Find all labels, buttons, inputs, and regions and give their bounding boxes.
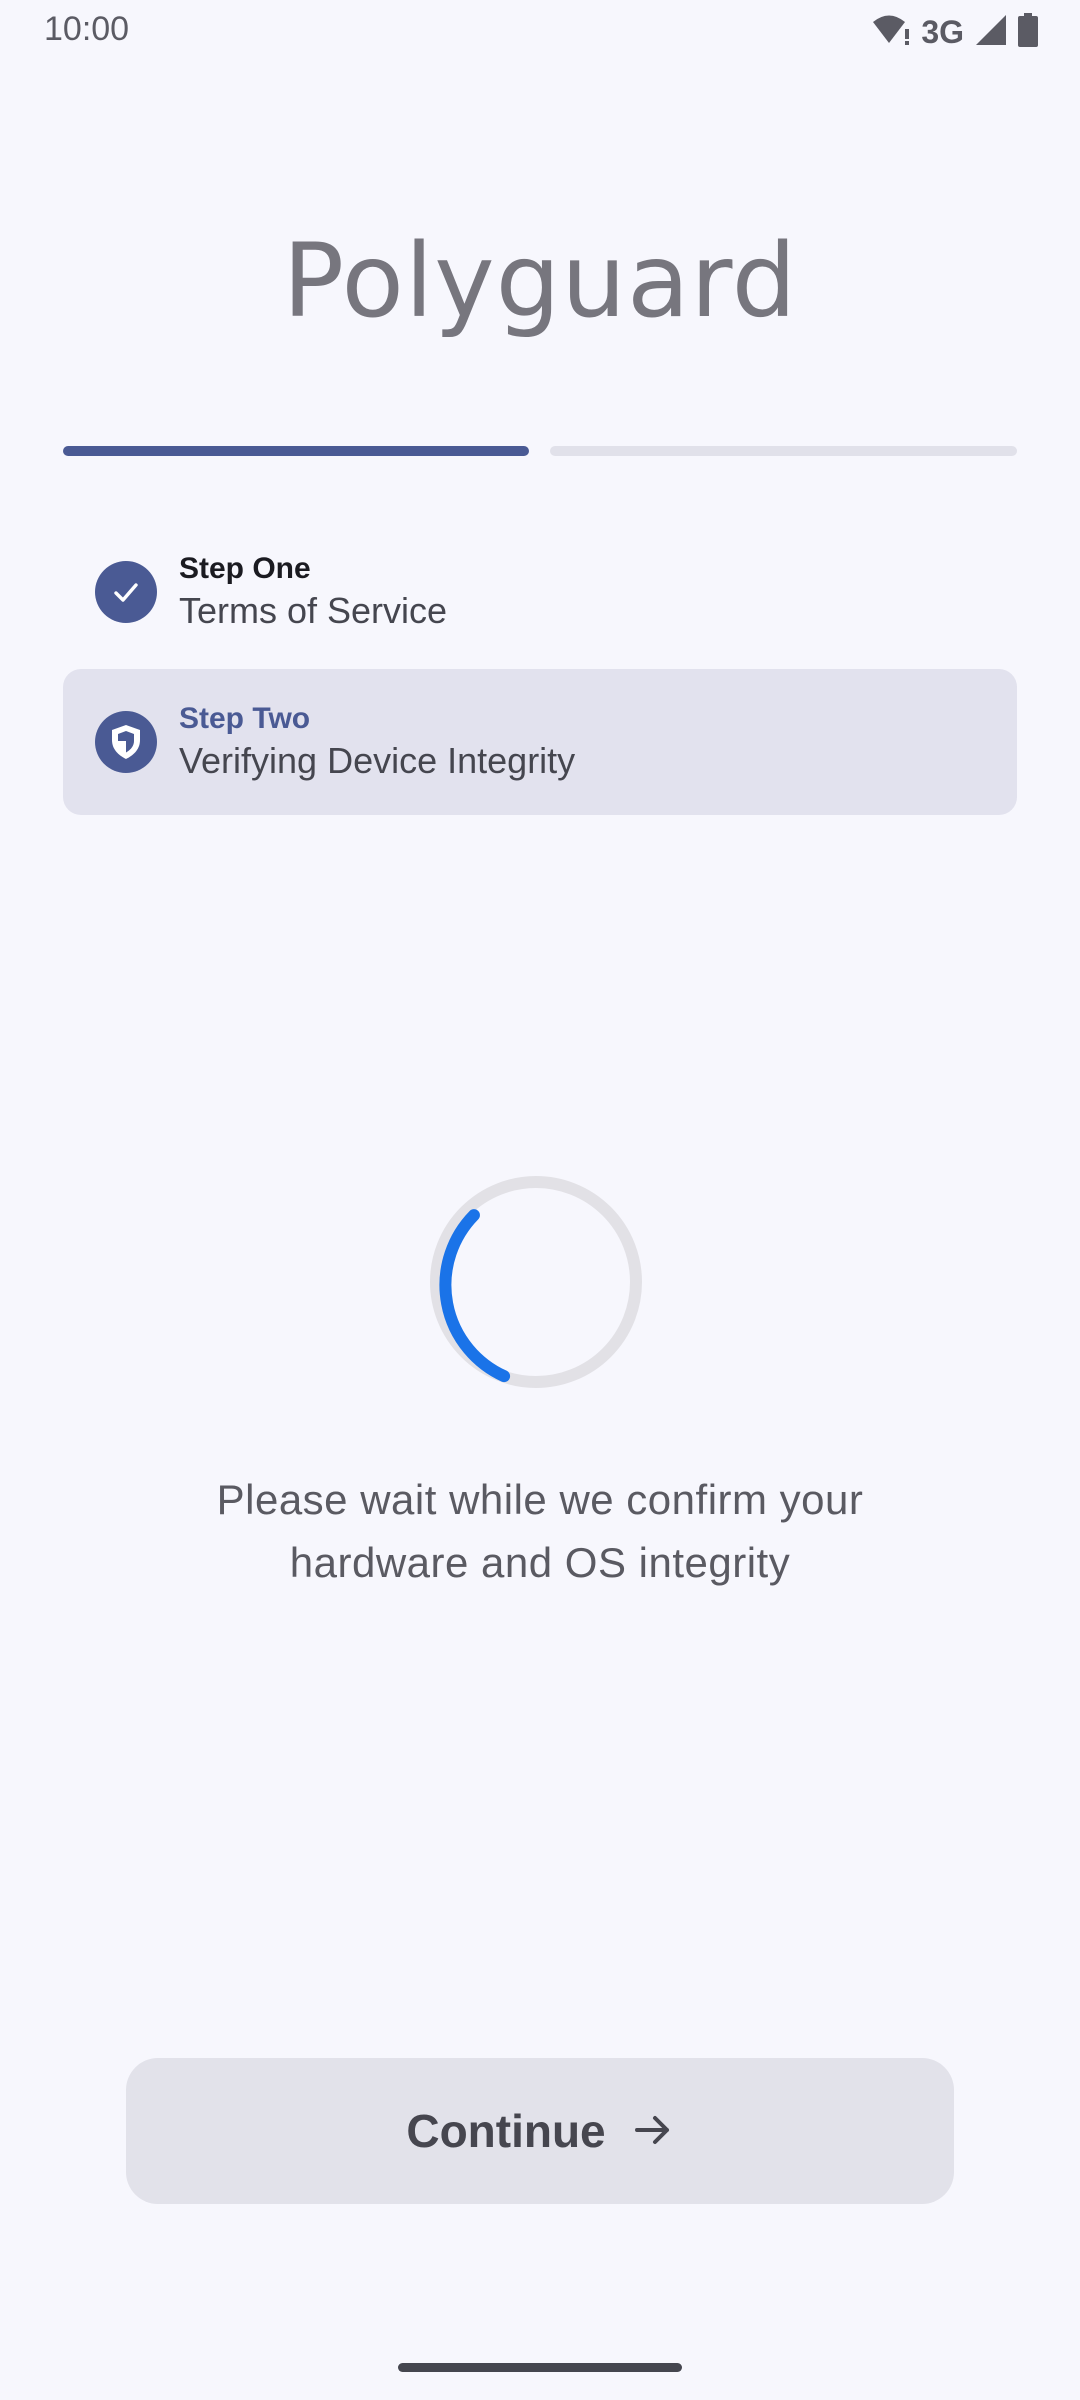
loading-message-line-2: hardware and OS integrity [289,1539,791,1586]
shield-icon [95,711,157,773]
step-one-item: Step One Terms of Service [63,540,1017,640]
app-title: Polyguard [282,222,798,341]
status-icons: 3G [871,12,1038,52]
step-two-title: Step Two [179,702,311,735]
arrow-right-icon [632,2109,674,2154]
signal-icon [974,13,1008,52]
continue-button[interactable]: Continue [126,2058,954,2204]
wifi-alert-icon [871,13,911,52]
loading-message-line-1: Please wait while we confirm your [216,1476,864,1523]
step-progress-bar [63,446,1017,456]
check-icon [95,561,157,623]
status-bar: 10:00 3G [0,0,1080,64]
progress-segment-pending [550,446,1017,456]
step-two-item: Step Two Verifying Device Integrity [63,669,1017,815]
battery-icon [1018,12,1038,52]
network-type: 3G [921,13,964,50]
loading-spinner [424,1170,648,1394]
progress-segment-completed [63,446,529,456]
onboarding-screen: 10:00 3G Polyguard Step One Terms of Ser… [0,0,1080,2400]
home-indicator[interactable] [398,2363,682,2372]
continue-button-label: Continue [406,2105,606,2157]
step-one-description: Terms of Service [179,590,448,631]
step-two-description: Verifying Device Integrity [179,740,576,781]
loading-message: Please wait while we confirm your hardwa… [140,1468,940,1594]
status-time: 10:00 [44,10,130,48]
step-one-title: Step One [179,552,311,585]
